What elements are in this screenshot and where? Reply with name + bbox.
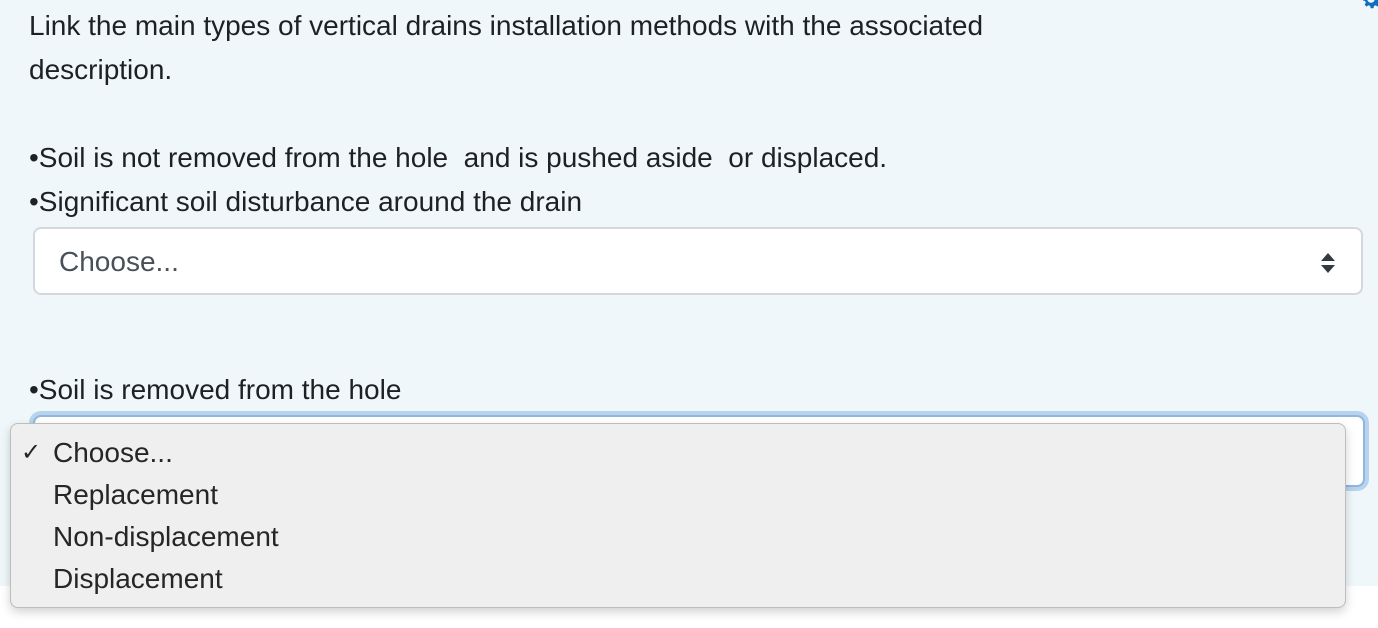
dropdown-option-choose[interactable]: ✓ Choose... xyxy=(11,432,1345,474)
checkmark-icon: ✓ xyxy=(21,439,42,466)
item1-answer-select[interactable]: Choose... xyxy=(33,227,1363,295)
question-prompt: Link the main types of vertical drains i… xyxy=(29,10,984,85)
item1-description-line1: •Soil is not removed from the hole and i… xyxy=(29,142,888,173)
dropdown-option-label: Displacement xyxy=(53,563,223,594)
dropdown-option-replacement[interactable]: Replacement xyxy=(11,474,1345,516)
item1-description-line2: •Significant soil disturbance around the… xyxy=(29,186,583,217)
sort-arrows-icon xyxy=(1319,251,1337,275)
dropdown-option-label: Non-displacement xyxy=(53,521,279,552)
item2-description-line1: •Soil is removed from the hole xyxy=(29,374,402,405)
dropdown-option-displacement[interactable]: Displacement xyxy=(11,558,1345,600)
dropdown-option-label: Replacement xyxy=(53,479,218,510)
gear-icon[interactable] xyxy=(1358,0,1378,12)
dropdown-option-label: Choose... xyxy=(53,437,173,468)
item2-dropdown-menu: ✓ Choose... Replacement Non-displacement… xyxy=(10,423,1346,608)
item1-select-value: Choose... xyxy=(59,246,179,277)
dropdown-option-non-displacement[interactable]: Non-displacement xyxy=(11,516,1345,558)
